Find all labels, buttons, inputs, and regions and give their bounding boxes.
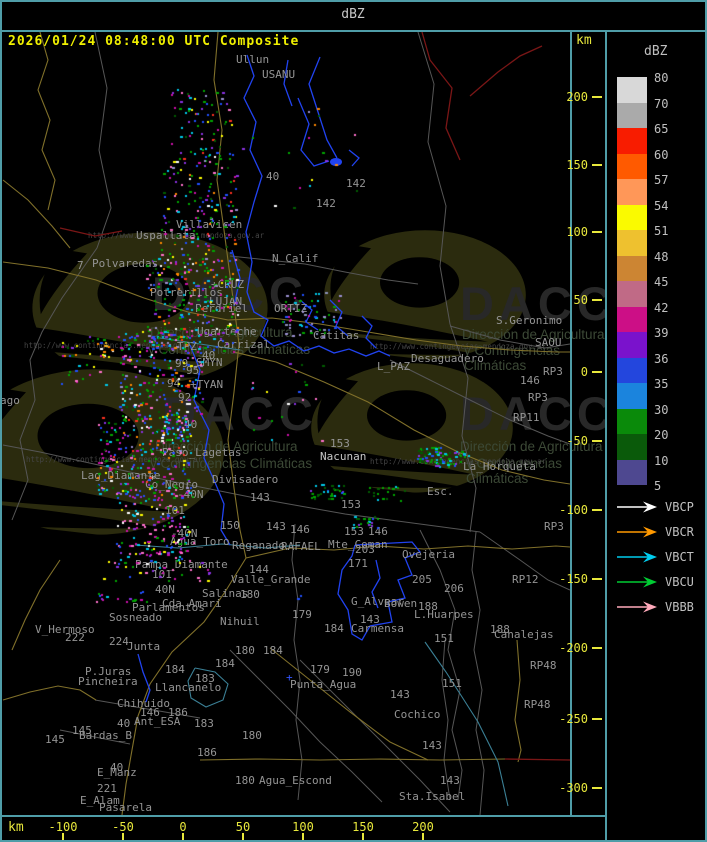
y-axis-tick-label: -200 [559,641,588,655]
dbz-scale-color-block [617,332,647,358]
x-axis-tick-label: 200 [412,820,434,834]
dbz-scale-value-label: 45 [654,275,669,289]
dbz-scale-color-block [617,255,647,281]
dbz-scale-value-label: 70 [654,96,669,111]
dbz-scale-color-block [617,434,647,460]
dbz-scale-value-label: 57 [654,173,669,187]
dbz-scale-color-block [617,306,647,332]
x-axis-tick-mark [242,833,244,840]
dbz-scale-value-label: 35 [654,377,669,391]
map-right-border [570,30,572,817]
y-axis-tick-label: 50 [573,293,588,307]
dbz-scale-color-block [617,179,647,205]
x-axis-tick-label: -50 [112,820,134,834]
dbz-scale-color-block [617,128,647,154]
dbz-scale-color-block [617,153,647,179]
dbz-scale-color-block [617,77,647,103]
x-axis-tick-label: 150 [352,820,374,834]
dbz-scale-color-block [617,357,647,383]
dbz-scale-value-label: 42 [654,300,669,315]
vbcr-arrow-icon [617,526,657,538]
page-title: dBZ [341,7,365,22]
x-axis-tick-mark [302,833,304,840]
y-axis-tick-label: 150 [566,158,588,172]
dbz-scale-value-label: 10 [654,453,669,468]
y-axis-tick-mark [592,96,602,98]
dbz-scale-color-block [617,102,647,128]
y-axis-unit-label: km [576,33,592,48]
dbz-scale-color-block [617,204,647,230]
dbz-scale-color-block [617,281,647,307]
dbz-scale-value-label: 48 [654,249,669,264]
vector-legend-row: VBBB [615,599,707,615]
y-axis-tick-mark [592,787,602,789]
vector-legend-label: VBCU [665,575,694,589]
vector-legend-label: VBCT [665,550,694,564]
dbz-scale-value-label: 80 [654,71,669,85]
dbz-scale-value-label: 39 [654,326,669,340]
x-axis-tick-mark [422,833,424,840]
bottom-axis-line [0,815,607,817]
y-axis-tick-mark [592,164,602,166]
vector-legend-label: VBCR [665,525,694,539]
radar-echoes-canvas [0,0,707,842]
dbz-scale-value-label: 51 [654,224,669,238]
dbz-scale-value-label: 20 [654,428,669,442]
y-axis-tick-mark [592,440,602,442]
y-axis-tick-label: -250 [559,712,588,726]
y-axis-tick-label: 0 [580,365,588,379]
x-axis-tick-label: 100 [292,820,314,834]
x-axis-tick-mark [362,833,364,840]
y-axis-tick-label: 200 [566,90,588,104]
vector-legend-row: VBCR [615,524,707,540]
y-axis-tick-label: 100 [566,225,588,239]
x-axis-tick-mark [62,833,64,840]
x-axis-tick-label: -100 [48,820,78,834]
dbz-scale-color-block [617,408,647,434]
vbct-arrow-icon [617,551,657,563]
vector-legend-label: VBBB [665,600,694,614]
y-axis-tick-label: -300 [559,781,588,795]
y-axis-tick-mark [592,509,602,511]
y-axis-tick-mark [592,299,602,301]
dbz-scale-value-label: 65 [654,122,669,136]
vector-legend-row: VBCT [615,549,707,565]
y-axis-tick-mark [592,371,602,373]
timestamp-label: 2026/01/24 08:48:00 UTC Composite [8,34,300,49]
y-axis-tick-mark [592,231,602,233]
legend-title: dBZ [644,44,668,59]
legend-divider-line [605,30,607,842]
radar-app-window: DACCDirección de Agriculturay Contingenc… [0,0,707,842]
x-axis-tick-label: 50 [235,820,251,834]
x-axis-unit-label: km [8,820,24,835]
vector-legend-row: VBCU [615,574,707,590]
y-axis-tick-mark [592,647,602,649]
vbcp-arrow-icon [617,501,657,513]
dbz-scale-value-label: 36 [654,351,669,366]
vector-legend-row: VBCP [615,499,707,515]
dbz-scale-value-label: 5 [654,479,662,493]
dbz-scale-value-label: 30 [654,402,669,417]
x-axis-tick-mark [182,833,184,840]
dbz-scale-color-block [617,383,647,409]
vector-legend-label: VBCP [665,500,694,514]
x-axis-tick-mark [122,833,124,840]
y-axis-tick-label: -150 [559,572,588,586]
x-axis-tick-label: 0 [179,820,187,834]
y-axis-tick-label: -100 [559,503,588,517]
y-axis-tick-mark [592,578,602,580]
dbz-scale-value-label: 60 [654,147,669,162]
y-axis-tick-mark [592,718,602,720]
title-divider-line [0,30,707,32]
legend-panel: dBZ 80 70 65 60 57 54 51 48 45 42 39 36 35 30 20 10 5 VB… [607,0,707,842]
vbbb-arrow-icon [617,601,657,613]
vbcu-arrow-icon [617,576,657,588]
dbz-scale-color-block [617,459,647,485]
dbz-scale-color-block [617,230,647,256]
dbz-scale-value-label: 54 [654,198,669,213]
y-axis-tick-label: -50 [566,434,588,448]
